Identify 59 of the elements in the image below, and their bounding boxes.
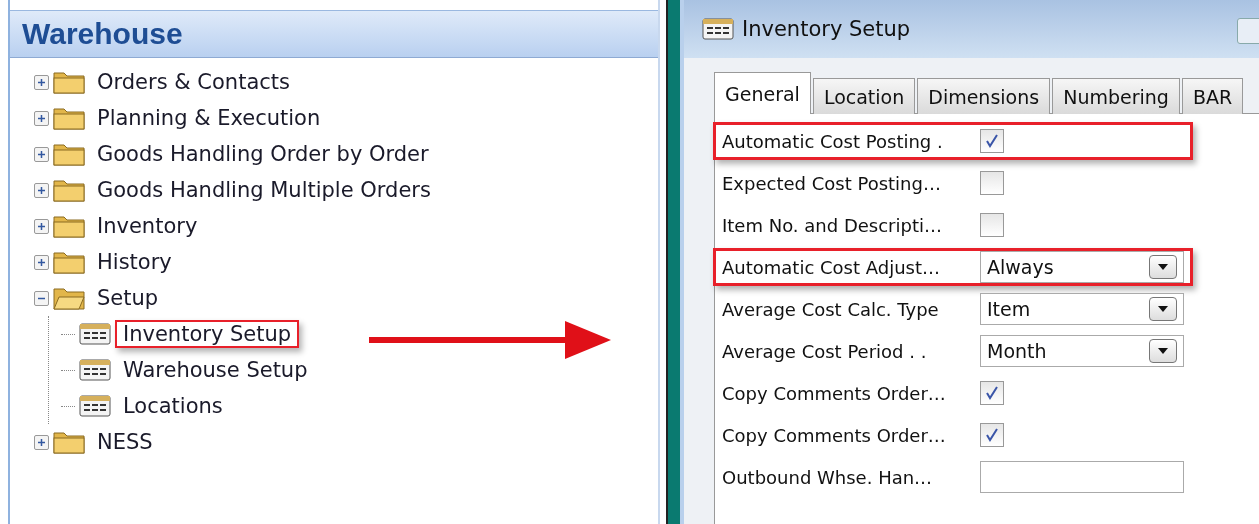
tab[interactable]: Location	[812, 78, 916, 114]
field-label: Expected Cost Posting…	[722, 172, 942, 194]
tab[interactable]: General	[714, 72, 811, 114]
tab[interactable]: Dimensions	[917, 78, 1051, 114]
form-icon	[79, 323, 111, 345]
folder-icon	[53, 142, 85, 166]
field-label: Outbound Whse. Han…	[722, 466, 934, 488]
expand-icon[interactable]	[34, 146, 49, 162]
tree-item[interactable]: Locations	[115, 392, 231, 420]
folder-icon	[53, 178, 85, 202]
folder-icon	[53, 430, 85, 454]
field-label: Copy Comments Order…	[722, 424, 947, 446]
checkbox[interactable]	[980, 129, 1004, 153]
window-title: Inventory Setup	[742, 17, 911, 41]
field-label: Automatic Cost Adjust…	[722, 256, 942, 278]
dropdown[interactable]: Month	[980, 335, 1184, 367]
tree-item[interactable]: Orders & Contacts	[89, 68, 298, 96]
check-icon	[984, 427, 1000, 443]
expand-icon[interactable]	[34, 110, 49, 126]
field-label: Automatic Cost Posting .	[722, 130, 944, 152]
expand-icon[interactable]	[34, 74, 49, 90]
collapse-icon[interactable]	[34, 290, 49, 306]
tree-item[interactable]: Goods Handling Order by Order	[89, 140, 437, 168]
tree-item[interactable]: NESS	[89, 428, 161, 456]
tree-item[interactable]: Warehouse Setup	[115, 356, 316, 384]
expand-icon[interactable]	[34, 218, 49, 234]
form-icon	[702, 18, 734, 40]
dropdown[interactable]: Item	[980, 293, 1184, 325]
checkbox[interactable]	[980, 381, 1004, 405]
tree-item[interactable]: History	[89, 248, 180, 276]
tree-item[interactable]: Inventory	[89, 212, 206, 240]
form-icon	[79, 395, 111, 417]
expand-icon[interactable]	[34, 254, 49, 270]
check-icon	[984, 385, 1000, 401]
field-label: Average Cost Period . .	[722, 340, 928, 362]
tree-item[interactable]: Goods Handling Multiple Orders	[89, 176, 439, 204]
expand-icon[interactable]	[34, 434, 49, 450]
field-label: Average Cost Calc. Type	[722, 298, 940, 320]
tree-item[interactable]: Inventory Setup	[115, 320, 300, 348]
checkbox[interactable]	[980, 213, 1004, 237]
input-field[interactable]	[980, 461, 1184, 493]
field-label: Item No. and Descripti…	[722, 214, 943, 236]
form-icon	[79, 359, 111, 381]
checkbox[interactable]	[980, 171, 1004, 195]
field-label: Copy Comments Order…	[722, 382, 947, 404]
tab[interactable]: BAR	[1181, 78, 1244, 114]
pane-title: Warehouse	[10, 10, 658, 58]
folder-icon	[53, 106, 85, 130]
folder-icon	[53, 70, 85, 94]
tree-item[interactable]: Setup	[89, 284, 167, 312]
expand-icon[interactable]	[34, 182, 49, 198]
checkbox[interactable]	[980, 423, 1004, 447]
open-folder-icon	[53, 286, 85, 310]
check-icon	[984, 133, 1000, 149]
tree-item[interactable]: Planning & Execution	[89, 104, 329, 132]
folder-icon	[53, 250, 85, 274]
dropdown[interactable]: Always	[980, 251, 1184, 283]
folder-icon	[53, 214, 85, 238]
tab[interactable]: Numbering	[1052, 78, 1180, 114]
